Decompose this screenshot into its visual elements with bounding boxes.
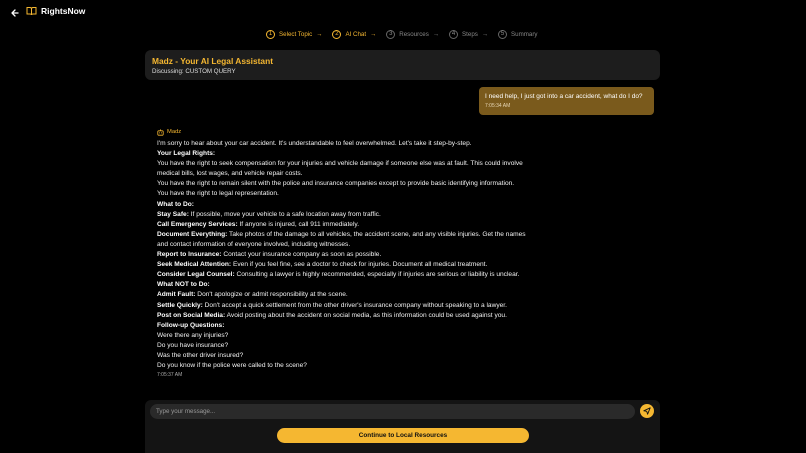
message-line-bold: Document Everything: bbox=[157, 230, 228, 238]
message-line: What NOT to Do: bbox=[157, 280, 577, 290]
message-line: Document Everything: Take photos of the … bbox=[157, 230, 577, 240]
message-line-bold: Seek Medical Attention: bbox=[157, 261, 232, 269]
message-line-text: Contact your insurance company as soon a… bbox=[221, 251, 382, 259]
step-number: 4 bbox=[449, 29, 459, 39]
user-message-text: I need help, I just got into a car accid… bbox=[485, 93, 643, 100]
message-line-text: medical bills, lost wages, and vehicle r… bbox=[157, 170, 303, 178]
message-line-text: Take photos of the damage to all vehicle… bbox=[227, 230, 526, 238]
message-line-text: Were there any injuries? bbox=[157, 331, 229, 339]
message-line: What to Do: bbox=[157, 200, 577, 210]
message-line-text: Was the other driver insured? bbox=[157, 351, 244, 359]
step-resources[interactable]: 3 Resources → bbox=[386, 29, 440, 39]
stepper: 1 Select Topic → 2 AI Chat → 3 Resources… bbox=[266, 28, 548, 40]
top-bar: RightsNow bbox=[0, 0, 806, 26]
send-button[interactable] bbox=[640, 404, 654, 418]
discussing-label: Discussing: CUSTOM QUERY bbox=[152, 68, 236, 75]
message-line: Do you know if the police were called to… bbox=[157, 361, 577, 371]
message-line-text: I'm sorry to hear about your car acciden… bbox=[157, 140, 472, 147]
message-line: medical bills, lost wages, and vehicle r… bbox=[157, 169, 577, 179]
message-line-text: Don't apologize or admit responsibility … bbox=[195, 291, 348, 299]
message-line: Admit Fault: Don't apologize or admit re… bbox=[157, 290, 577, 300]
message-line: You have the right to remain silent with… bbox=[157, 179, 577, 189]
message-line: Were there any injuries? bbox=[157, 331, 577, 341]
message-line-bold: Call Emergency Services: bbox=[157, 220, 238, 228]
message-line-bold: Consider Legal Counsel: bbox=[157, 271, 235, 279]
message-line: Post on Social Media: Avoid posting abou… bbox=[157, 311, 577, 321]
arrow-right-icon: → bbox=[370, 30, 377, 38]
step-label: AI Chat bbox=[345, 30, 367, 38]
message-line-text: and contact information of everyone invo… bbox=[157, 240, 351, 248]
assistant-message: Madz I'm sorry to hear about your car ac… bbox=[157, 128, 577, 378]
message-line: and contact information of everyone invo… bbox=[157, 240, 577, 250]
message-line: You have the right to legal representati… bbox=[157, 189, 577, 199]
step-summary[interactable]: 5 Summary bbox=[498, 29, 538, 39]
message-line-text: If possible, move your vehicle to a safe… bbox=[188, 210, 381, 218]
step-number: 2 bbox=[332, 29, 342, 39]
step-number: 1 bbox=[266, 29, 275, 39]
message-line-bold: What NOT to Do: bbox=[157, 281, 210, 289]
message-line: You have the right to seek compensation … bbox=[157, 159, 577, 169]
step-label: Select Topic bbox=[279, 30, 313, 38]
step-steps[interactable]: 4 Steps → bbox=[449, 29, 489, 39]
assistant-title: Madz - Your AI Legal Assistant bbox=[152, 56, 273, 66]
message-line-bold: Post on Social Media: bbox=[157, 311, 226, 319]
message-line: Your Legal Rights: bbox=[157, 149, 577, 159]
message-line: I'm sorry to hear about your car acciden… bbox=[157, 139, 577, 149]
message-line: Seek Medical Attention: Even if you feel… bbox=[157, 260, 577, 270]
assistant-message-body: I'm sorry to hear about your car acciden… bbox=[157, 139, 577, 371]
step-label: Resources bbox=[399, 30, 429, 38]
assistant-header: Madz bbox=[157, 128, 577, 136]
message-line-text: Even if you feel fine, see a doctor to c… bbox=[231, 261, 488, 269]
book-icon bbox=[26, 7, 37, 16]
continue-to-resources-button[interactable]: Continue to Local Resources bbox=[277, 428, 529, 443]
message-line-bold: Follow-up Questions: bbox=[157, 321, 225, 329]
chat-header-card: Madz - Your AI Legal Assistant Discussin… bbox=[145, 50, 660, 80]
step-ai-chat[interactable]: 2 AI Chat → bbox=[332, 29, 377, 39]
user-message-bubble: I need help, I just got into a car accid… bbox=[479, 87, 654, 115]
send-icon bbox=[643, 407, 651, 415]
message-line-text: You have the right to legal representati… bbox=[157, 190, 279, 198]
message-line-text: You have the right to seek compensation … bbox=[157, 160, 523, 168]
message-line-bold: Report to Insurance: bbox=[157, 251, 222, 259]
message-line-text: Consulting a lawyer is highly recommende… bbox=[234, 271, 520, 279]
message-line: Follow-up Questions: bbox=[157, 321, 577, 331]
message-input[interactable] bbox=[150, 404, 635, 419]
step-label: Steps bbox=[462, 30, 478, 38]
assistant-message-time: 7:05:37 AM bbox=[157, 372, 183, 379]
message-line-bold: Settle Quickly: bbox=[157, 301, 203, 309]
message-line: Do you have insurance? bbox=[157, 341, 577, 351]
assistant-name: Madz bbox=[167, 129, 182, 135]
step-number: 3 bbox=[386, 29, 396, 39]
message-line: Report to Insurance: Contact your insura… bbox=[157, 250, 577, 260]
message-line-bold: Stay Safe: bbox=[157, 210, 189, 218]
arrow-right-icon: → bbox=[481, 30, 489, 38]
arrow-right-icon: → bbox=[316, 30, 323, 38]
user-message-time: 7:05:34 AM bbox=[485, 103, 511, 109]
app-title: RightsNow bbox=[41, 6, 86, 16]
step-label: Summary bbox=[511, 30, 538, 38]
message-line: Was the other driver insured? bbox=[157, 351, 577, 361]
message-line-bold: What to Do: bbox=[157, 200, 194, 208]
arrow-right-icon: → bbox=[432, 30, 440, 38]
message-line: Stay Safe: If possible, move your vehicl… bbox=[157, 210, 577, 220]
brand[interactable]: RightsNow bbox=[26, 6, 85, 16]
message-line-text: You have the right to remain silent with… bbox=[157, 180, 515, 188]
message-line-text: Don't accept a quick settlement from the… bbox=[202, 301, 507, 309]
message-line: Call Emergency Services: If anyone is in… bbox=[157, 220, 577, 230]
message-line-text: Avoid posting about the accident on soci… bbox=[225, 311, 507, 319]
bot-icon bbox=[157, 128, 164, 136]
message-line: Settle Quickly: Don't accept a quick set… bbox=[157, 301, 577, 311]
message-line-text: Do you know if the police were called to… bbox=[157, 362, 307, 370]
composer-panel: Continue to Local Resources bbox=[145, 400, 660, 453]
message-line-bold: Admit Fault: bbox=[157, 291, 196, 299]
arrow-left-icon[interactable] bbox=[10, 7, 20, 19]
message-line-bold: Your Legal Rights: bbox=[157, 150, 216, 158]
message-line-text: If anyone is injured, call 911 immediate… bbox=[237, 220, 360, 228]
step-select-topic[interactable]: 1 Select Topic → bbox=[266, 29, 323, 39]
step-number: 5 bbox=[498, 29, 508, 39]
message-line: Consider Legal Counsel: Consulting a law… bbox=[157, 270, 577, 280]
message-line-text: Do you have insurance? bbox=[157, 341, 229, 349]
